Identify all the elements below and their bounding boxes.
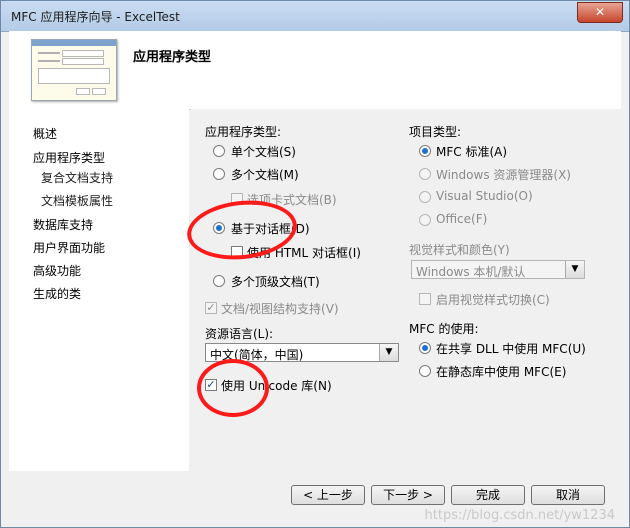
static-lib-label[interactable]: 在静态库中使用 MFC(E) (436, 363, 566, 380)
resource-lang-select[interactable]: 中文(简体，中国) ▼ (205, 343, 399, 362)
resource-lang-value: 中文(简体，中国) (210, 348, 304, 362)
resource-lang-label: 资源语言(L): (205, 327, 274, 341)
visual-studio-radio[interactable] (419, 191, 431, 203)
visual-style-value: Windows 本机/默认 (416, 265, 526, 279)
html-dialog-label[interactable]: 使用 HTML 对话框(I) (247, 244, 361, 261)
wizard-nav-sidebar: 概述 应用程序类型 复合文档支持 文档模板属性 数据库支持 用户界面功能 高级功… (9, 109, 189, 521)
windows-explorer-radio[interactable] (419, 168, 431, 180)
multi-top-level-label[interactable]: 多个顶级文档(T) (231, 273, 320, 290)
multi-top-level-radio[interactable] (213, 275, 225, 287)
sidebar-item-advanced-features[interactable]: 高级功能 (33, 262, 81, 279)
page-title: 应用程序类型 (133, 50, 212, 65)
multi-doc-radio[interactable] (213, 168, 225, 180)
sidebar-item-compound-doc-support[interactable]: 复合文档支持 (41, 169, 113, 186)
next-button[interactable]: 下一步 > (371, 485, 445, 505)
doc-view-label: 文档/视图结构支持(V) (221, 302, 339, 316)
chevron-down-icon[interactable]: ▼ (565, 261, 584, 278)
multi-doc-label[interactable]: 多个文档(M) (231, 166, 299, 183)
tabbed-docs-label: 选项卡式文档(B) (247, 193, 337, 207)
windows-explorer-label: Windows 资源管理器(X) (436, 168, 571, 182)
shared-dll-label[interactable]: 在共享 DLL 中使用 MFC(U) (436, 340, 586, 357)
office-radio[interactable] (419, 214, 431, 226)
sidebar-item-doc-template-props[interactable]: 文档模板属性 (41, 192, 113, 209)
dialog-preview-icon (31, 39, 117, 101)
prev-button[interactable]: < 上一步 (291, 485, 365, 505)
unicode-checkbox[interactable]: ✓ (205, 379, 217, 391)
doc-view-checkbox[interactable]: ✓ (205, 302, 217, 314)
close-icon: ✕ (594, 5, 606, 19)
title-bar: MFC 应用程序向导 - ExcelTest ✕ (1, 1, 629, 32)
tabbed-docs-checkbox[interactable] (231, 193, 243, 205)
dialog-based-radio[interactable] (213, 222, 225, 234)
finish-button[interactable]: 完成 (451, 485, 525, 505)
single-doc-radio[interactable] (213, 145, 225, 157)
dialog-based-label[interactable]: 基于对话框(D) (231, 220, 310, 237)
visual-style-switch-checkbox[interactable] (419, 293, 431, 305)
watermark: https://blog.csdn.net/yw1234 (424, 508, 615, 523)
visual-style-select[interactable]: Windows 本机/默认 ▼ (411, 260, 585, 279)
office-label: Office(F) (436, 212, 488, 226)
html-dialog-checkbox[interactable] (231, 246, 243, 258)
checkmark-icon: ✓ (206, 378, 216, 391)
single-doc-label[interactable]: 单个文档(S) (231, 143, 296, 160)
mfc-standard-label[interactable]: MFC 标准(A) (436, 143, 507, 160)
static-lib-radio[interactable] (419, 365, 431, 377)
visual-style-label: 视觉样式和颜色(Y) (409, 243, 510, 257)
sidebar-item-database-support[interactable]: 数据库支持 (33, 216, 93, 233)
wizard-content: 应用程序类型: 单个文档(S) 多个文档(M) 选项卡式文档(B) 基于对话框(… (191, 109, 621, 521)
project-type-group-label: 项目类型: (409, 125, 462, 139)
chevron-down-icon[interactable]: ▼ (379, 344, 398, 361)
close-button[interactable]: ✕ (577, 2, 623, 23)
sidebar-item-ui-features[interactable]: 用户界面功能 (33, 239, 105, 256)
sidebar-item-application-type[interactable]: 应用程序类型 (33, 149, 105, 166)
visual-style-switch-label: 启用视觉样式切换(C) (436, 293, 550, 307)
app-type-group-label: 应用程序类型: (205, 125, 282, 139)
shared-dll-radio[interactable] (419, 342, 431, 354)
checkmark-icon: ✓ (206, 301, 216, 314)
cancel-button[interactable]: 取消 (531, 485, 605, 505)
unicode-label[interactable]: 使用 Unicode 库(N) (221, 377, 332, 394)
mfc-use-group-label: MFC 的使用: (409, 322, 479, 336)
wizard-header: 应用程序类型 (9, 31, 621, 110)
sidebar-item-generated-classes[interactable]: 生成的类 (33, 285, 81, 302)
sidebar-item-overview[interactable]: 概述 (33, 125, 57, 142)
mfc-app-wizard-window: MFC 应用程序向导 - ExcelTest ✕ 应用程序类型 概述 应用程序类… (0, 0, 630, 528)
window-title: MFC 应用程序向导 - ExcelTest (11, 10, 180, 24)
mfc-standard-radio[interactable] (419, 145, 431, 157)
visual-studio-label: Visual Studio(O) (436, 189, 533, 203)
